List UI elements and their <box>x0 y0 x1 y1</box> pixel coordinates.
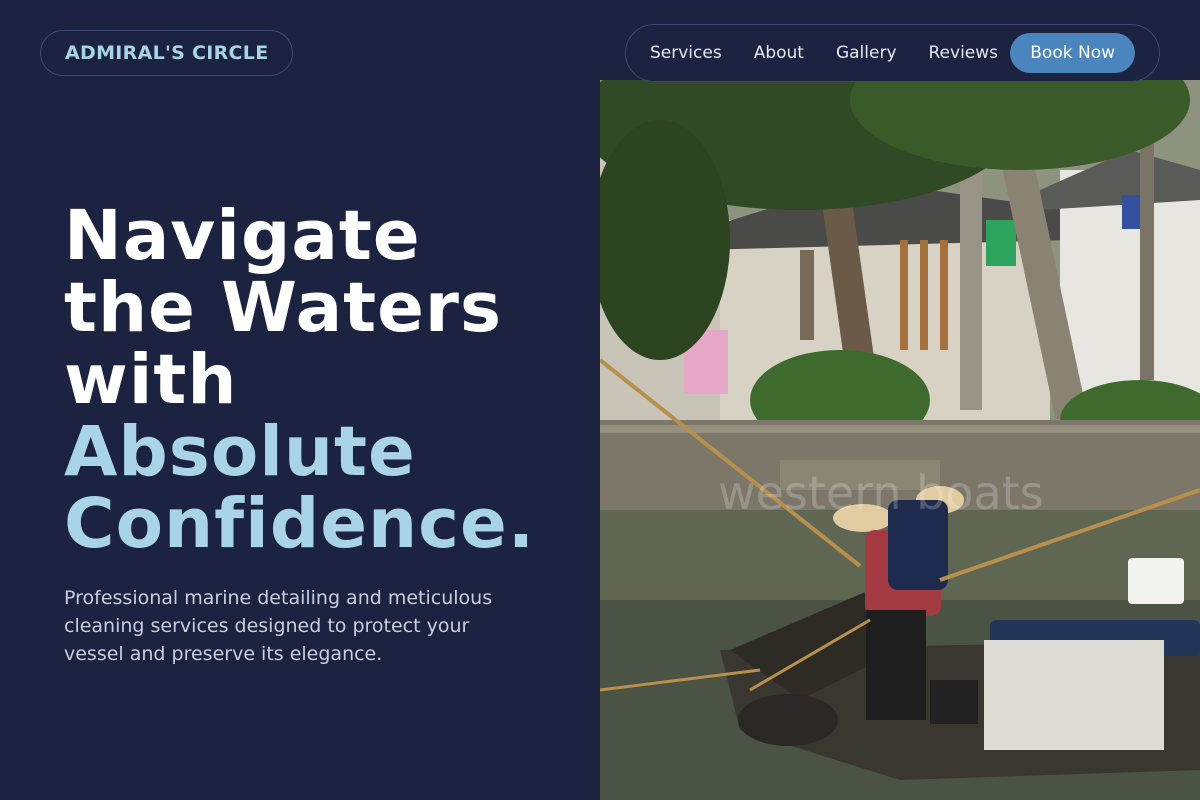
main-nav: Services About Gallery Reviews Book Now <box>625 24 1160 82</box>
image-watermark: western boats <box>718 466 1044 520</box>
nav-link-gallery[interactable]: Gallery <box>836 43 897 63</box>
hero-subtext: Professional marine detailing and meticu… <box>64 587 493 665</box>
headline-line-2: the Waters <box>64 268 503 348</box>
book-now-button[interactable]: Book Now <box>1010 33 1135 73</box>
headline-line-1: Navigate <box>64 196 421 276</box>
nav-link-services[interactable]: Services <box>650 43 722 63</box>
hero-headline: Navigate the Waters with Absolute Confid… <box>64 200 584 560</box>
nav-link-about[interactable]: About <box>754 43 804 63</box>
brand-name: ADMIRAL'S CIRCLE <box>65 42 269 64</box>
headline-accent-line-1: Absolute <box>64 412 416 492</box>
brand-logo[interactable]: ADMIRAL'S CIRCLE <box>40 30 294 76</box>
hero-image: western boats <box>600 80 1200 800</box>
canal-boat-scene <box>600 80 1200 800</box>
nav-link-reviews[interactable]: Reviews <box>929 43 999 63</box>
headline-line-3: with <box>64 340 238 420</box>
landing-page: ADMIRAL'S CIRCLE western boats Services … <box>0 0 1200 800</box>
headline-accent-line-2: Confidence. <box>64 484 536 564</box>
